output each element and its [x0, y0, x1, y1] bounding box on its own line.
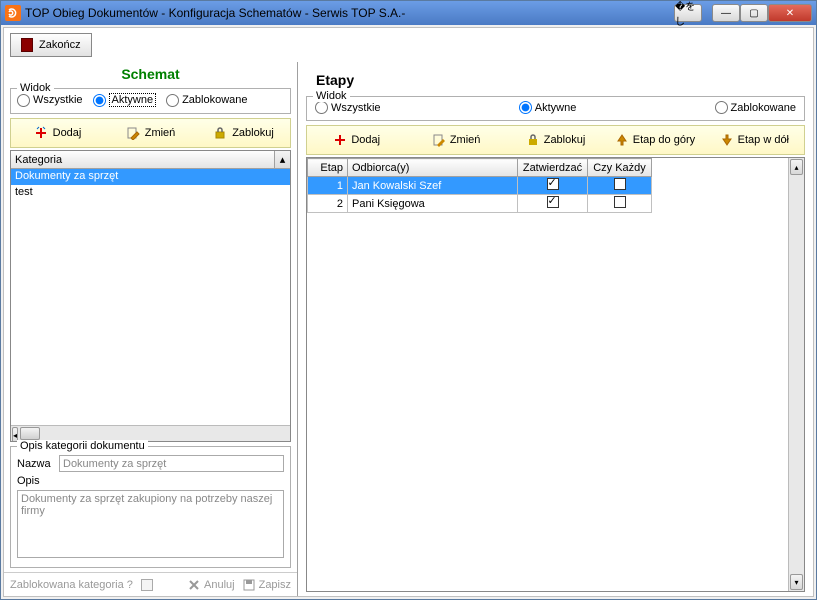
- save-icon: [243, 579, 255, 591]
- name-label: Nazwa: [17, 458, 59, 470]
- r-radio-blocked[interactable]: Zablokowane: [715, 101, 796, 114]
- r-edit-button[interactable]: Zmień: [406, 126, 505, 154]
- cell-odbiorca: Pani Księgowa: [348, 195, 518, 213]
- main-split: Schemat Widok Wszystkie Aktywne Zablokow…: [4, 62, 813, 596]
- finish-label: Zakończ: [39, 39, 81, 51]
- titlebar[interactable]: TOP Obieg Dokumentów - Konfiguracja Sche…: [1, 1, 816, 25]
- cell-etap: 1: [308, 177, 348, 195]
- edit-icon: [126, 126, 140, 140]
- cell-kazdy[interactable]: [588, 177, 652, 195]
- plus-icon: [34, 126, 48, 140]
- col-etap[interactable]: Etap: [308, 159, 348, 177]
- details-box: Opis kategorii dokumentu Nazwa Opis: [10, 446, 291, 568]
- list-body[interactable]: Dokumenty za sprzęt test: [11, 169, 290, 425]
- right-view-group: Widok Wszystkie Aktywne Zablokowane: [306, 96, 805, 121]
- stage-down-button[interactable]: Etap w dół: [705, 126, 804, 154]
- etapy-title: Etapy: [302, 66, 809, 94]
- top-toolbar: Zakończ: [4, 28, 813, 62]
- help-button[interactable]: �をし: [674, 4, 702, 22]
- right-view-legend: Widok: [313, 90, 350, 102]
- cell-zatw[interactable]: [518, 177, 588, 195]
- arrow-up-icon: [615, 133, 629, 147]
- col-zatwierdzac[interactable]: Zatwierdzać: [518, 159, 588, 177]
- table-row[interactable]: 2Pani Księgowa: [308, 195, 652, 213]
- category-list: Kategoria ▴ Dokumenty za sprzęt test ◂: [10, 150, 291, 442]
- stages-table[interactable]: Etap Odbiorca(y) Zatwierdzać Czy Każdy 1…: [307, 158, 788, 591]
- cell-etap: 2: [308, 195, 348, 213]
- radio-all[interactable]: Wszystkie: [17, 94, 83, 107]
- scroll-up-icon[interactable]: ▴: [790, 159, 803, 175]
- list-item[interactable]: Dokumenty za sprzęt: [11, 169, 290, 185]
- table-row[interactable]: 1Jan Kowalski Szef: [308, 177, 652, 195]
- r-add-button[interactable]: Dodaj: [307, 126, 406, 154]
- cell-odbiorca: Jan Kowalski Szef: [348, 177, 518, 195]
- r-radio-all[interactable]: Wszystkie: [315, 101, 381, 114]
- col-czy-kazdy[interactable]: Czy Każdy: [588, 159, 652, 177]
- radio-blocked[interactable]: Zablokowane: [166, 94, 247, 107]
- cell-zatw[interactable]: [518, 195, 588, 213]
- left-view-group: Widok Wszystkie Aktywne Zablokowane: [10, 88, 291, 114]
- maximize-button[interactable]: ▢: [740, 4, 768, 22]
- save-button[interactable]: Zapisz: [243, 579, 291, 591]
- arrow-down-icon: [720, 133, 734, 147]
- list-header[interactable]: Kategoria ▴: [11, 151, 290, 169]
- stage-up-button[interactable]: Etap do góry: [605, 126, 704, 154]
- r-radio-active[interactable]: Aktywne: [519, 101, 577, 114]
- r-block-button[interactable]: Zablokuj: [506, 126, 605, 154]
- minimize-button[interactable]: —: [712, 4, 740, 22]
- desc-field[interactable]: [17, 490, 284, 558]
- block-button[interactable]: Zablokuj: [197, 119, 290, 147]
- radio-active[interactable]: Aktywne: [93, 93, 157, 107]
- cancel-icon: [188, 579, 200, 591]
- door-icon: [21, 38, 33, 52]
- blocked-checkbox[interactable]: [141, 579, 153, 591]
- plus-icon: [333, 133, 347, 147]
- right-panel: Etapy Widok Wszystkie Aktywne Zablokowan…: [298, 62, 813, 596]
- details-legend: Opis kategorii dokumentu: [17, 440, 148, 452]
- titlebar-buttons: �をし — ▢ ✕: [668, 4, 812, 22]
- blocked-label: Zablokowana kategoria ?: [10, 579, 133, 591]
- edit-button[interactable]: Zmień: [104, 119, 197, 147]
- desc-label: Opis: [17, 475, 59, 487]
- vertical-scrollbar[interactable]: ▴ ▾: [788, 158, 804, 591]
- window-title: TOP Obieg Dokumentów - Konfiguracja Sche…: [25, 6, 668, 20]
- col-odbiorca[interactable]: Odbiorca(y): [348, 159, 518, 177]
- left-action-bar: Dodaj Zmień Zablokuj: [10, 118, 291, 148]
- edit-icon: [432, 133, 446, 147]
- lock-icon: [213, 126, 227, 140]
- close-button[interactable]: ✕: [768, 4, 812, 22]
- finish-button[interactable]: Zakończ: [10, 33, 92, 57]
- add-button[interactable]: Dodaj: [11, 119, 104, 147]
- left-view-legend: Widok: [17, 82, 54, 94]
- scroll-thumb[interactable]: [20, 427, 40, 440]
- stages-table-area: Etap Odbiorca(y) Zatwierdzać Czy Każdy 1…: [306, 157, 805, 592]
- list-item[interactable]: test: [11, 185, 290, 201]
- name-field[interactable]: [59, 455, 284, 472]
- cancel-button[interactable]: Anuluj: [188, 579, 235, 591]
- content-area: Zakończ Schemat Widok Wszystkie Aktywne …: [3, 27, 814, 597]
- right-action-bar: Dodaj Zmień Zablokuj Etap do góry: [306, 125, 805, 155]
- bottom-bar: Zablokowana kategoria ? Anuluj Zapisz: [4, 572, 297, 596]
- cell-kazdy[interactable]: [588, 195, 652, 213]
- horizontal-scrollbar[interactable]: ◂: [11, 425, 290, 441]
- left-panel: Schemat Widok Wszystkie Aktywne Zablokow…: [4, 62, 298, 596]
- app-window: TOP Obieg Dokumentów - Konfiguracja Sche…: [0, 0, 817, 600]
- scroll-down-icon[interactable]: ▾: [790, 574, 803, 590]
- app-icon: [5, 5, 21, 21]
- header-scroll-icon[interactable]: ▴: [274, 151, 290, 168]
- lock-icon: [526, 133, 540, 147]
